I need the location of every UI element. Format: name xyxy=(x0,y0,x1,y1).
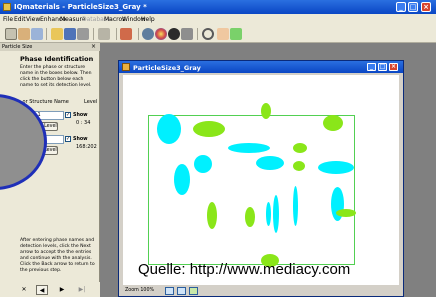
panel-title: Particle Size xyxy=(2,44,33,50)
particle-cyan xyxy=(266,202,271,226)
phase-2-show-label: Show xyxy=(73,137,88,142)
save-icon[interactable] xyxy=(64,28,76,40)
phase-1-level: 0 : 34 xyxy=(76,120,91,126)
particle-green xyxy=(293,143,307,153)
panel-header: Particle Size × xyxy=(0,43,100,51)
app-title: IQmaterials - ParticleSize3_Gray * xyxy=(14,3,147,11)
toolbar-separator xyxy=(197,28,198,40)
pixel-icon[interactable] xyxy=(230,28,242,40)
dark-circle-icon[interactable] xyxy=(168,28,180,40)
document-status-bar: Zoom 100% xyxy=(123,286,399,296)
document-icon xyxy=(122,63,130,71)
particle-green xyxy=(336,209,356,217)
particle-green xyxy=(193,121,225,137)
particle-green xyxy=(245,207,255,227)
particle-cyan xyxy=(228,143,270,153)
maximize-button[interactable]: □ xyxy=(408,2,418,12)
zoom-icon[interactable] xyxy=(202,28,214,40)
fit-icon[interactable] xyxy=(165,287,174,295)
menu-help[interactable]: Help xyxy=(141,16,155,23)
phase-1-show-checkbox[interactable]: ✓ xyxy=(65,112,71,118)
phase-icon[interactable] xyxy=(18,28,30,40)
document-close-button[interactable]: × xyxy=(389,63,398,71)
phase-2-level: 168:202 xyxy=(76,144,97,150)
menu-edit[interactable]: Edit xyxy=(14,16,26,23)
document-maximize-button[interactable]: □ xyxy=(378,63,387,71)
phase-1-show-label: Show xyxy=(73,113,88,118)
screen-icon[interactable] xyxy=(177,287,186,295)
color-wheel-icon[interactable] xyxy=(155,28,167,40)
measure-icon[interactable] xyxy=(142,28,154,40)
particle-cyan xyxy=(174,164,190,195)
finish-button[interactable]: ▶| xyxy=(76,285,88,295)
particle-cyan xyxy=(273,195,279,233)
minimize-button[interactable]: _ xyxy=(396,2,406,12)
toolbar xyxy=(0,25,436,43)
menu-bar: File Edit View Enhance Measure Database … xyxy=(0,14,436,25)
image-canvas[interactable] xyxy=(123,75,399,285)
close-button[interactable]: × xyxy=(421,2,431,12)
wizard-nav-bar: ✕ ◀ ▶ ▶| xyxy=(0,282,100,297)
document-minimize-button[interactable]: _ xyxy=(367,63,376,71)
toolbar-separator xyxy=(138,28,139,40)
cancel-icon[interactable]: ✕ xyxy=(18,285,30,295)
source-watermark: Quelle: http://www.mediacy.com xyxy=(138,261,351,278)
particle-cyan xyxy=(157,114,181,144)
document-title: ParticleSize3_Gray xyxy=(133,64,201,72)
particle-green xyxy=(293,161,305,171)
particle-green xyxy=(261,103,271,119)
particle-green xyxy=(207,202,217,229)
instructions-text: Enter the phase or structure name in the… xyxy=(20,65,92,88)
particle-cyan xyxy=(256,156,284,170)
select-icon[interactable] xyxy=(5,28,17,40)
scanner-icon[interactable] xyxy=(98,28,110,40)
phase-identification-heading: Phase Identification xyxy=(20,55,94,63)
print-icon[interactable] xyxy=(77,28,89,40)
toolbar-separator xyxy=(116,28,117,40)
document-titlebar: ParticleSize3_Gray _ □ × xyxy=(119,61,403,73)
next-button[interactable]: ▶ xyxy=(56,285,68,295)
multi-icon[interactable] xyxy=(31,28,43,40)
phase-2-show-checkbox[interactable]: ✓ xyxy=(65,136,71,142)
after-entering-text: After entering phase names and detection… xyxy=(20,238,95,273)
app-titlebar: IQmaterials - ParticleSize3_Gray * _ □ × xyxy=(0,0,436,14)
edit-icon[interactable] xyxy=(181,28,193,40)
menu-file[interactable]: File xyxy=(3,16,13,23)
zoom-level: Zoom 100% xyxy=(125,288,155,293)
open-folder-icon[interactable] xyxy=(51,28,63,40)
particle-cyan xyxy=(194,155,212,173)
menu-view[interactable]: View xyxy=(26,16,40,23)
toolbar-separator xyxy=(93,28,94,40)
overlay-icon[interactable] xyxy=(189,287,198,295)
toolbar-separator xyxy=(46,28,47,40)
pan-icon[interactable] xyxy=(217,28,229,40)
app-icon xyxy=(3,3,11,11)
app-window: IQmaterials - ParticleSize3_Gray * _ □ ×… xyxy=(0,0,436,297)
column-level-label: Level xyxy=(84,99,98,105)
particle-cyan xyxy=(293,186,298,226)
panel-close-icon[interactable]: × xyxy=(91,43,96,50)
database-icon[interactable] xyxy=(120,28,132,40)
back-button[interactable]: ◀ xyxy=(36,285,48,295)
particle-cyan xyxy=(318,161,354,174)
particle-green xyxy=(323,115,343,131)
